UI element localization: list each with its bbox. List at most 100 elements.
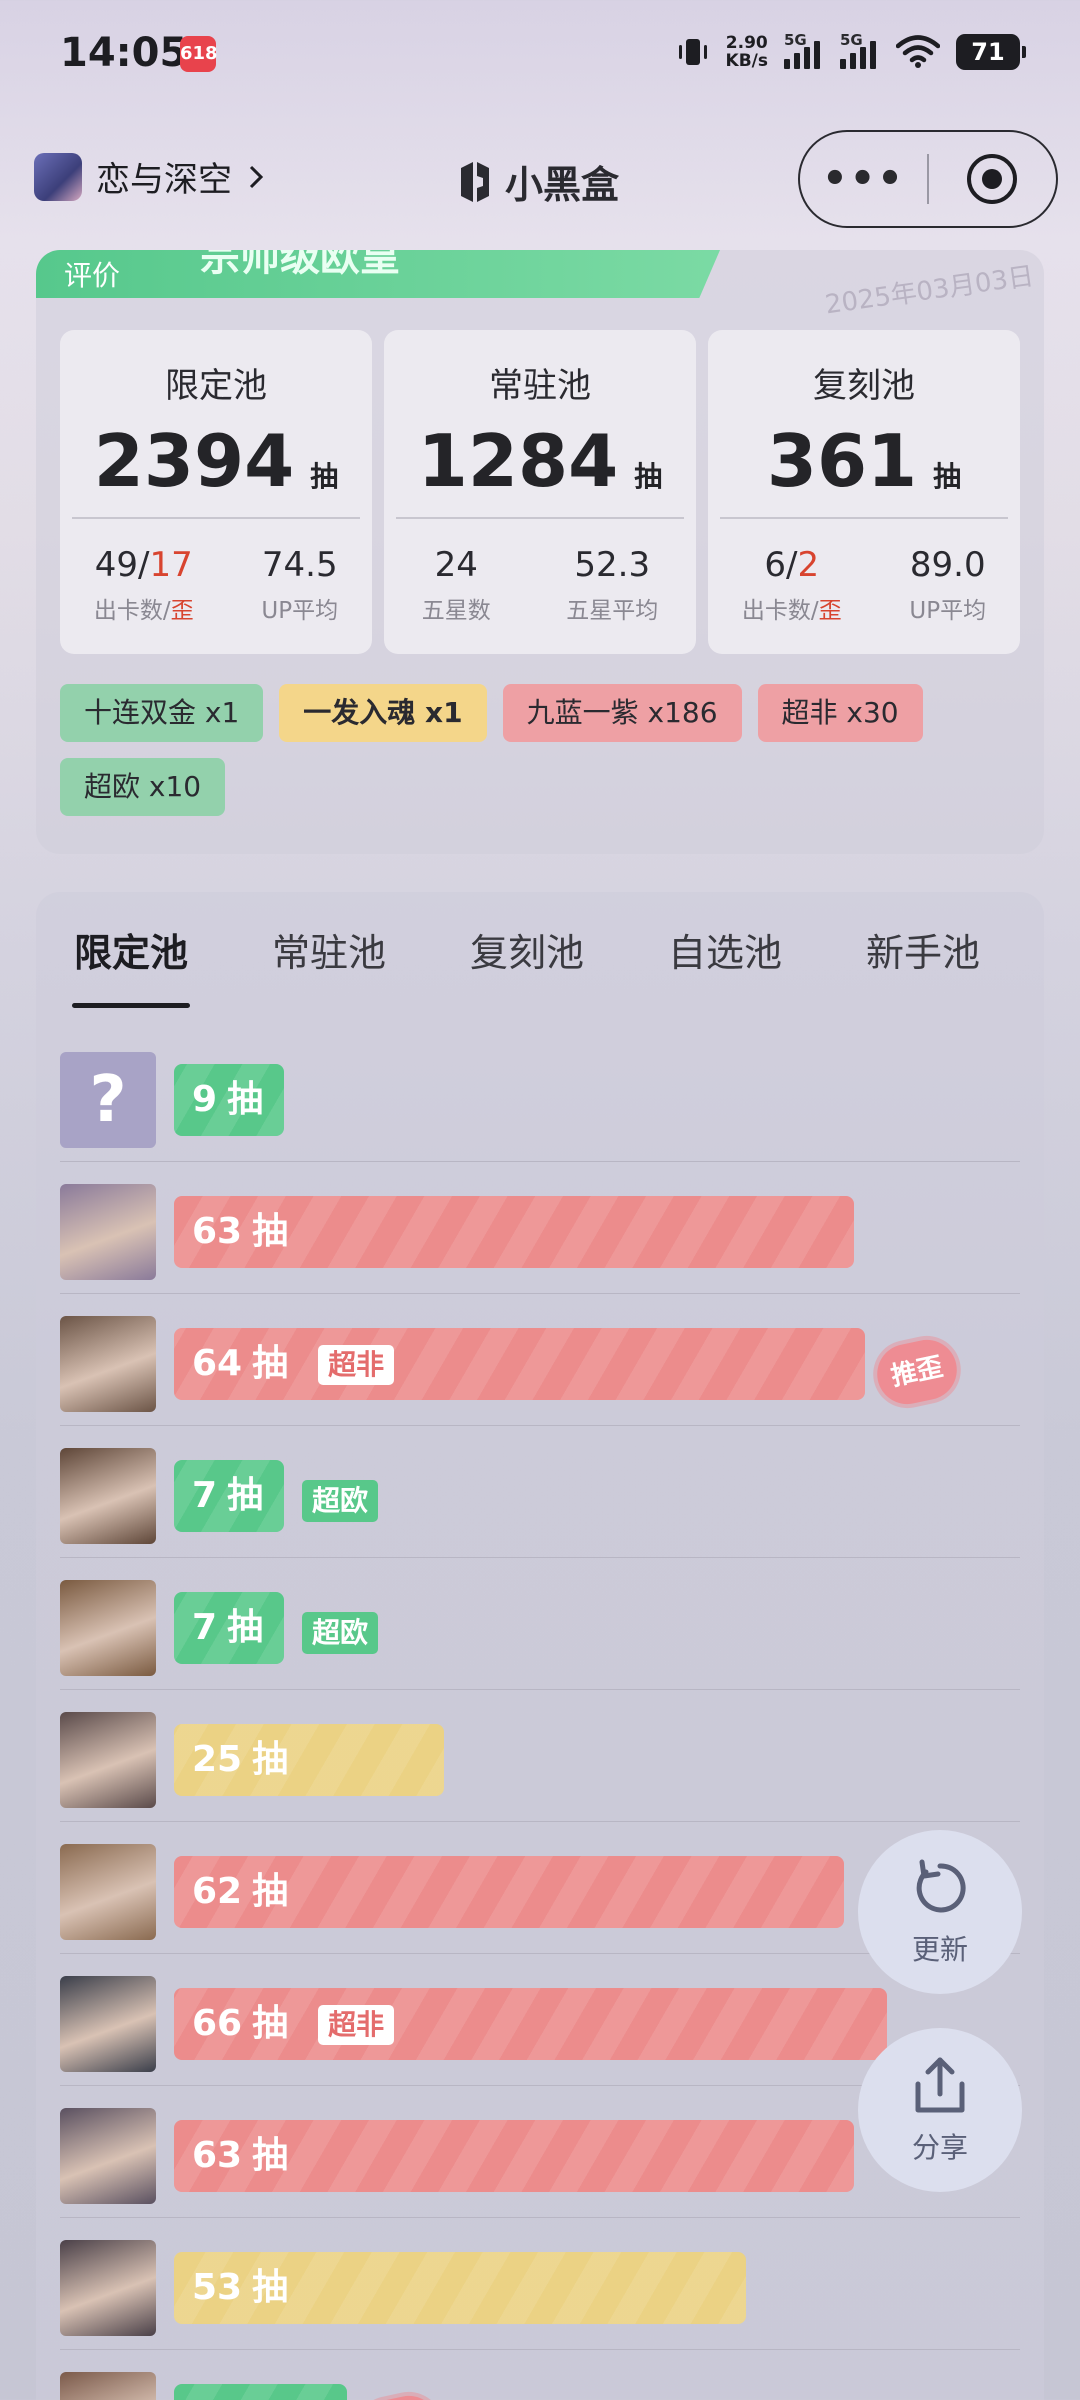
pull-count-text: 25 抽 bbox=[192, 1724, 288, 1796]
achievement-tag: 超欧 x10 bbox=[60, 758, 226, 816]
character-avatar bbox=[60, 1448, 156, 1544]
game-switcher[interactable]: 恋与深空 bbox=[34, 152, 266, 201]
character-avatar bbox=[60, 2108, 156, 2204]
rating-label: 评价 bbox=[64, 259, 121, 292]
pull-record-row: ? 9 抽 bbox=[60, 1030, 1020, 1162]
miniprogram-capsule: ••• bbox=[798, 130, 1058, 228]
pull-count-value: 25 bbox=[192, 1739, 243, 1780]
tab-newbie[interactable]: 新手池 bbox=[866, 918, 980, 1008]
battery-indicator: 71 bbox=[956, 34, 1026, 70]
pull-count-bar: 63 抽 bbox=[174, 2120, 855, 2192]
achievement-tag: 十连双金 x1 bbox=[60, 684, 264, 742]
stat-name: 复刻池 bbox=[813, 366, 915, 406]
pull-unit: 抽 bbox=[252, 1343, 289, 1384]
pull-count-bar: 64 抽超非 bbox=[174, 1328, 866, 1400]
character-avatar: ? bbox=[60, 1052, 156, 1148]
pool-tabs: 限定池 常驻池 复刻池 自选池 新手池 bbox=[36, 918, 1044, 1008]
share-label: 分享 bbox=[911, 2131, 968, 2164]
character-avatar bbox=[60, 2240, 156, 2336]
character-avatar bbox=[60, 1844, 156, 1940]
stat-limited-pool: 限定池 2394 抽 49/17 出卡数/歪 74.5 UP平均 bbox=[60, 330, 372, 654]
stat-five-star-count: 24 五星数 bbox=[421, 545, 491, 624]
pull-count-text: 64 抽超非 bbox=[192, 1328, 395, 1400]
achievement-tags: 十连双金 x1 一发入魂 x1 九蓝一紫 x186 超非 x30 超欧 x10 bbox=[60, 684, 1020, 816]
stat-total: 1284 抽 bbox=[417, 419, 663, 503]
character-avatar bbox=[60, 1580, 156, 1676]
pull-unit: 抽 bbox=[252, 2003, 289, 2044]
pull-count-value: 9 bbox=[192, 1079, 218, 1120]
stat-rerun-pool: 复刻池 361 抽 6/2 出卡数/歪 89.0 UP平均 bbox=[708, 330, 1020, 654]
refresh-label: 更新 bbox=[911, 1933, 968, 1966]
pull-count-bar: 63 抽 bbox=[174, 1196, 855, 1268]
status-time: 14:05 bbox=[60, 30, 188, 76]
pull-unit: 抽 bbox=[252, 2267, 289, 2308]
stat-name: 限定池 bbox=[165, 366, 267, 406]
tab-standard[interactable]: 常驻池 bbox=[272, 918, 386, 1008]
more-button[interactable]: ••• bbox=[800, 156, 927, 202]
notification-app-icon: 618 bbox=[180, 36, 218, 72]
unlucky-badge: 超非 bbox=[318, 1345, 395, 1385]
refresh-button[interactable]: 更新 bbox=[858, 1830, 1022, 1994]
achievement-tag: 一发入魂 x1 bbox=[279, 684, 487, 742]
game-avatar bbox=[34, 152, 82, 201]
pull-count-value: 53 bbox=[192, 2267, 243, 2308]
pull-record-row: 7 抽超欧 bbox=[60, 1426, 1020, 1558]
achievement-tag: 超非 x30 bbox=[757, 684, 923, 742]
pull-record-row: 63 抽 bbox=[60, 1162, 1020, 1294]
heybox-logo-icon bbox=[461, 161, 489, 202]
pull-record-row: 53 抽 bbox=[60, 2218, 1020, 2350]
pull-count-text: 63 抽 bbox=[192, 1196, 288, 1268]
rating-banner: 评价 宗师级欧皇 bbox=[36, 250, 720, 298]
tab-selective[interactable]: 自选池 bbox=[668, 918, 782, 1008]
rating-title: 宗师级欧皇 bbox=[200, 250, 400, 280]
pull-count-text: 9抽 bbox=[192, 1064, 263, 1136]
pull-count-text: 53 抽 bbox=[192, 2252, 288, 2324]
pull-count-text: 66 抽超非 bbox=[192, 1988, 395, 2060]
refresh-icon bbox=[916, 1859, 966, 1913]
tab-rerun[interactable]: 复刻池 bbox=[470, 918, 584, 1008]
close-miniprogram-button[interactable] bbox=[929, 152, 1056, 206]
character-avatar bbox=[60, 2372, 156, 2400]
pull-count-bar: 53 抽 bbox=[174, 2252, 747, 2324]
pull-count-text: 7抽 bbox=[192, 1592, 263, 1664]
character-avatar bbox=[60, 1316, 156, 1412]
pull-count-text: 16抽 bbox=[192, 2384, 288, 2400]
status-bar: 14:05 618 2.90 KB/s 5G 5G 71 bbox=[0, 0, 1080, 110]
brand-name: 小黑盒 bbox=[505, 163, 620, 207]
off-banner-stamp: 歪 bbox=[353, 2390, 445, 2400]
cell-signal-icon-2: 5G bbox=[840, 31, 880, 69]
pull-count-value: 63 bbox=[192, 1211, 243, 1252]
pull-count-bar: 66 抽超非 bbox=[174, 1988, 887, 2060]
pull-unit: 抽 bbox=[252, 1211, 289, 1252]
pull-unit: 抽 bbox=[227, 1475, 264, 1516]
pull-count-bar: 7抽 bbox=[174, 1460, 284, 1532]
pull-count-value: 63 bbox=[192, 2135, 243, 2176]
tab-limited[interactable]: 限定池 bbox=[71, 918, 191, 1008]
off-banner-stamp: 推歪 bbox=[871, 1334, 963, 1410]
lucky-badge: 超欧 bbox=[302, 1612, 379, 1654]
pull-unit: 抽 bbox=[252, 1739, 289, 1780]
unlucky-badge: 超非 bbox=[318, 2005, 395, 2045]
character-avatar bbox=[60, 1976, 156, 2072]
character-avatar bbox=[60, 1184, 156, 1280]
pull-count-value: 64 bbox=[192, 1343, 243, 1384]
share-icon bbox=[915, 2057, 965, 2113]
pull-record-row: 25 抽 bbox=[60, 1690, 1020, 1822]
pull-count-value: 7 bbox=[192, 1607, 218, 1648]
stat-cards-out: 6/2 出卡数/歪 bbox=[741, 545, 842, 624]
pull-count-text: 7抽 bbox=[192, 1460, 263, 1532]
vibrate-icon bbox=[678, 39, 707, 65]
pull-unit: 抽 bbox=[227, 1079, 264, 1120]
share-button[interactable]: 分享 bbox=[858, 2028, 1022, 2192]
stat-five-star-average: 52.3 五星平均 bbox=[566, 545, 659, 624]
pull-count-value: 66 bbox=[192, 2003, 243, 2044]
brand-logo: 小黑盒 bbox=[455, 154, 619, 209]
stat-up-average: 89.0 UP平均 bbox=[909, 545, 987, 624]
pull-record-row: 16抽 歪 bbox=[60, 2350, 1020, 2400]
chevron-right-icon bbox=[249, 165, 264, 188]
stamp-date: 2025年03月03日 bbox=[823, 261, 1036, 321]
pull-count-text: 63 抽 bbox=[192, 2120, 288, 2192]
game-name: 恋与深空 bbox=[96, 160, 232, 200]
pull-record-list: ?9抽63抽64抽超非推歪7抽超欧7抽超欧25抽62抽66抽超非63抽53抽16… bbox=[60, 1030, 1020, 2400]
pull-count-bar: 7抽 bbox=[174, 1592, 284, 1664]
